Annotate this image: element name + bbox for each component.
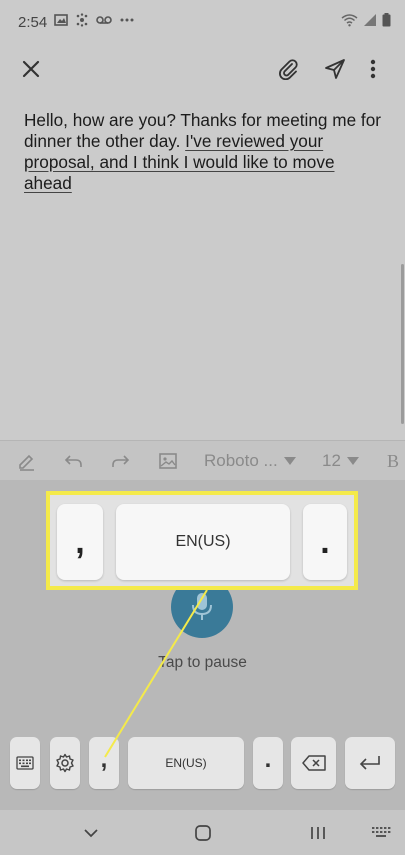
bold-label: B [387,450,400,471]
compose-toolbar [0,44,405,94]
language-key-label: EN(US) [165,756,207,770]
battery-icon [382,13,391,27]
hide-keyboard-button[interactable] [78,822,104,844]
backspace-icon [301,755,326,771]
image-icon [159,453,177,469]
callout-language-key: EN(US) [116,504,290,580]
system-icons [341,13,391,27]
enter-key[interactable] [345,737,395,789]
gear-icon [56,753,74,773]
chevron-down-icon [84,829,98,838]
backspace-key[interactable] [291,737,336,789]
send-icon [325,59,345,79]
comma-key-label: , [100,746,108,773]
redo-button[interactable] [110,450,130,472]
microphone-icon [192,593,212,620]
more-vert-icon [370,59,376,79]
period-key[interactable]: . [253,737,283,789]
message-text-underlined-1: I've reviewed your [185,131,324,151]
voice-status-label: Tap to pause [158,654,247,671]
send-button[interactable] [322,56,348,82]
format-bar: Roboto ... 12 B [0,440,405,481]
close-icon [22,60,40,78]
message-text-underlined-2: proposal, and I think I would like to mo… [24,152,335,172]
font-select[interactable]: Roboto ... [204,450,296,472]
keyboard-picker-button[interactable] [368,822,394,844]
keyboard-switch-key[interactable] [10,737,40,789]
comma-key[interactable]: , [89,737,119,789]
paperclip-icon [279,59,298,80]
notification-icons [54,13,135,27]
pen-icon [19,454,34,471]
callout-period-label: . [320,523,330,561]
enter-icon [359,756,380,770]
keyboard-icon [372,827,391,837]
pen-button[interactable] [17,450,37,472]
font-size: 12 [322,451,341,470]
period-key-label: . [264,746,272,773]
wifi-icon [341,14,358,27]
message-editor[interactable]: Hello, how are you? Thanks for meeting m… [0,94,405,440]
recents-icon [311,827,325,839]
recents-button[interactable] [305,822,331,844]
callout-comma-label: , [75,523,85,561]
editor-scrollbar[interactable] [401,264,404,424]
callout-period-key: . [303,504,347,580]
more-options-button[interactable] [360,56,386,82]
status-bar: 2:54 [0,0,405,44]
home-icon [195,825,211,841]
chevron-down-icon [346,457,359,465]
pinwheel-icon [76,13,88,27]
voicemail-icon [96,16,112,24]
undo-icon [64,455,82,467]
font-name: Roboto ... [204,451,278,470]
undo-button[interactable] [64,450,84,472]
bold-button[interactable]: B [387,450,399,472]
signal-icon [364,14,376,26]
settings-key[interactable] [50,737,80,789]
image-icon [54,14,68,26]
callout-language-label: EN(US) [175,533,231,550]
status-time: 2:54 [18,14,48,31]
language-key[interactable]: EN(US) [128,737,244,789]
navigation-bar [0,810,405,855]
more-notifications-icon [120,18,134,22]
callout-comma-key: , [57,504,103,580]
keyboard-icon [16,756,34,770]
chevron-down-icon [283,457,296,465]
insert-image-button[interactable] [158,450,178,472]
zoom-callout: , EN(US) . [46,491,358,590]
home-button[interactable] [190,822,216,844]
close-button[interactable] [18,56,44,82]
message-text-underlined-3: ahead [24,173,72,193]
attach-button[interactable] [275,56,301,82]
redo-icon [112,455,130,467]
message-body[interactable]: Hello, how are you? Thanks for meeting m… [24,110,394,194]
font-size-select[interactable]: 12 [322,450,359,472]
